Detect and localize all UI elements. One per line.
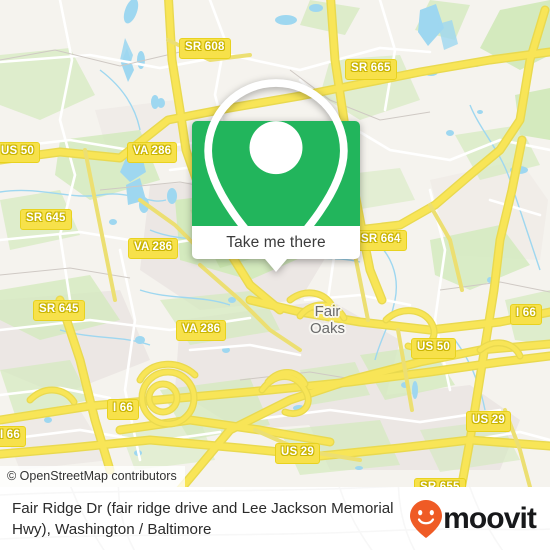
shield-us-29: US 29 [275, 443, 320, 464]
shield-va-286b: VA 286 [128, 238, 179, 259]
location-callout[interactable]: Take me there [192, 79, 360, 272]
shield-i-66-w: I 66 [0, 426, 26, 447]
take-me-there-label: Take me there [226, 233, 326, 251]
callout-pin-panel [192, 79, 360, 270]
shield-i-66: I 66 [107, 399, 139, 420]
map-canvas[interactable]: Fair Oaks SR 608 SR 665 VA 286 US 50 SR … [0, 0, 550, 487]
shield-sr-655: SR 655 [414, 478, 466, 487]
shield-us-50b: US 50 [411, 338, 456, 359]
map-pin-icon [204, 79, 348, 270]
moovit-smiling-pin-icon [410, 499, 443, 538]
shield-sr-664: SR 664 [355, 230, 407, 251]
moovit-logo[interactable]: moovit [409, 499, 540, 539]
shield-sr-645b: SR 645 [33, 300, 85, 321]
osm-attribution[interactable]: © OpenStreetMap contributors [0, 466, 185, 487]
shield-us-50: US 50 [0, 142, 40, 163]
location-title: Fair Ridge Dr (fair ridge drive and Lee … [12, 499, 394, 538]
moovit-wordmark: moovit [443, 501, 537, 535]
shield-va-286: VA 286 [127, 142, 178, 163]
shield-us-29-e: US 29 [466, 411, 511, 432]
shield-i-66-e: I 66 [510, 304, 542, 325]
shield-sr-645: SR 645 [20, 209, 72, 230]
footer-bar: Fair Ridge Dr (fair ridge drive and Lee … [0, 487, 550, 550]
moovit-map-screenshot: Fair Oaks SR 608 SR 665 VA 286 US 50 SR … [0, 0, 550, 550]
callout-pointer [265, 259, 287, 272]
